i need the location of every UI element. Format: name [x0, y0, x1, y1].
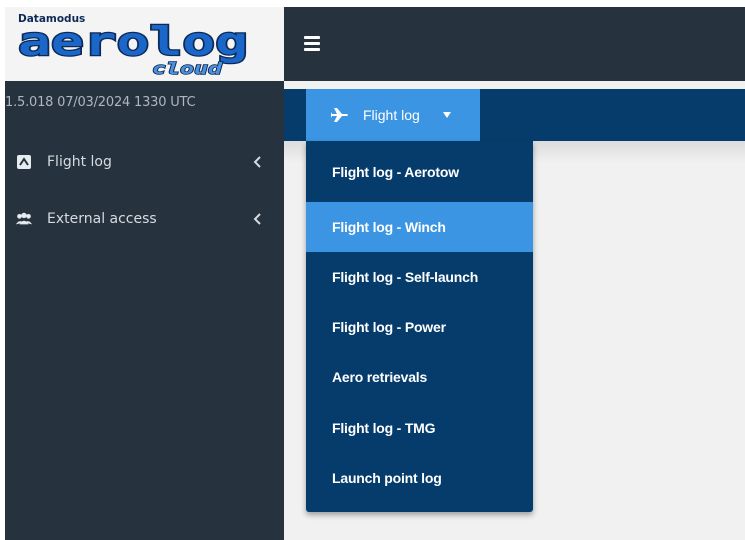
- nav-bar: Flight log: [284, 89, 745, 141]
- sidebar-item-external-access[interactable]: External access: [5, 199, 284, 239]
- menu-toggle-icon[interactable]: [304, 36, 320, 51]
- dropdown-item-self-launch[interactable]: Flight log - Self-launch: [306, 252, 533, 302]
- sidebar-item-label: External access: [47, 211, 157, 227]
- version-info: 1.5.018 07/03/2024 1330 UTC: [5, 95, 196, 110]
- aerolog-logo: Datamodus aerolog cloud: [17, 13, 250, 78]
- top-bar: [284, 7, 745, 81]
- sidebar: Datamodus aerolog cloud 1.5.018 07/03/20…: [5, 7, 284, 540]
- flight-log-menu-button[interactable]: Flight log: [306, 89, 480, 141]
- dropdown-item-launch-point-log[interactable]: Launch point log: [306, 453, 533, 503]
- plane-icon: [331, 108, 348, 122]
- logbook-icon: [15, 154, 33, 170]
- flight-log-dropdown: Flight log - Aerotow Flight log - Winch …: [306, 141, 533, 512]
- logo-cloud-text: cloud: [152, 59, 223, 78]
- dropdown-item-label: Flight log - Self-launch: [332, 269, 479, 285]
- dropdown-item-label: Flight log - Winch: [332, 219, 446, 235]
- dropdown-item-label: Launch point log: [332, 470, 442, 486]
- dropdown-item-label: Flight log - Power: [332, 319, 446, 335]
- chevron-left-icon: [253, 213, 261, 225]
- chevron-left-icon: [253, 156, 261, 168]
- dropdown-item-tmg[interactable]: Flight log - TMG: [306, 403, 533, 453]
- logo-area: Datamodus aerolog cloud: [5, 7, 284, 81]
- app-page: Datamodus aerolog cloud 1.5.018 07/03/20…: [5, 7, 745, 540]
- dropdown-item-label: Flight log - Aerotow: [332, 164, 459, 180]
- sidebar-item-flight-log[interactable]: Flight log: [5, 142, 284, 182]
- dropdown-item-power[interactable]: Flight log - Power: [306, 302, 533, 352]
- dropdown-item-label: Flight log - TMG: [332, 420, 436, 436]
- flight-log-menu-label: Flight log: [363, 107, 420, 123]
- caret-down-icon: [443, 112, 451, 118]
- dropdown-item-aero-retrievals[interactable]: Aero retrievals: [306, 352, 533, 402]
- dropdown-item-label: Aero retrievals: [332, 369, 428, 385]
- sidebar-item-label: Flight log: [47, 154, 112, 170]
- dropdown-item-aerotow[interactable]: Flight log - Aerotow: [306, 147, 533, 197]
- users-icon: [15, 211, 33, 227]
- dropdown-item-winch[interactable]: Flight log - Winch: [306, 202, 533, 252]
